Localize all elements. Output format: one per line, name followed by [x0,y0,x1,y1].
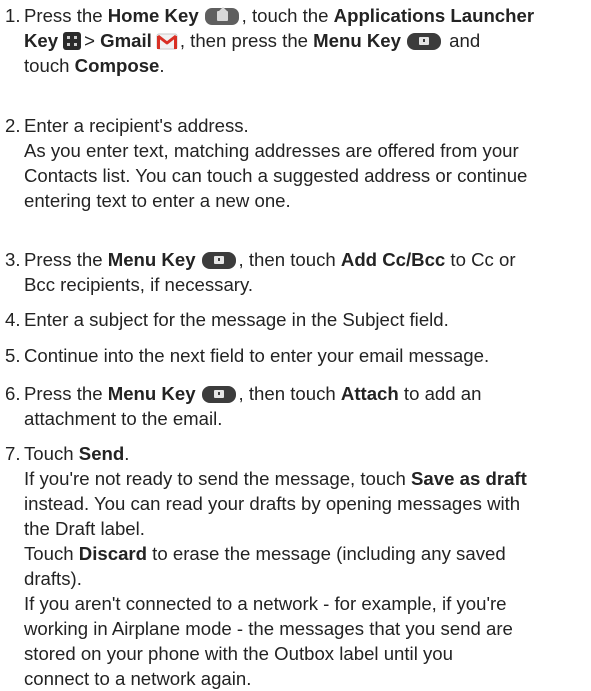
menu-key-icon [201,386,236,403]
text-segment: and [444,30,481,51]
step-number: 1. [5,5,21,26]
text-segment: Continue into the next field to enter yo… [24,345,490,366]
step-text: Touch Send. If you're not ready to send t… [24,441,591,691]
text-segment: Bcc recipients, if necessary. [24,274,254,295]
text-segment: If you aren't connected to a network - f… [24,593,507,614]
step-text: Continue into the next field to enter yo… [24,343,591,368]
bold-term: Menu Key [107,383,196,404]
text-line: Touch Discard to erase the message (incl… [24,541,591,566]
step-number: 3. [5,249,21,270]
text-line: Contacts list. You can touch a suggested… [24,163,591,188]
text-segment: , then touch [238,249,341,270]
text-segment: Press the [24,249,108,270]
step-text: Enter a subject for the message in the S… [24,307,591,332]
text-segment: Enter a recipient's address. [24,115,249,136]
text-segment: Press the [24,5,108,26]
text-segment: , then press the [179,30,314,51]
gmail-icon [156,31,178,51]
home-key-icon [204,7,239,25]
text-segment: stored on your phone with the Outbox lab… [24,643,453,664]
text-segment: As you enter text, matching addresses ar… [24,140,519,161]
text-segment: Touch [24,443,79,464]
text-segment: instead. You can read your drafts by ope… [24,493,521,514]
text-line: Touch Send. [24,441,591,466]
text-segment: If you're not ready to send the message,… [24,468,412,489]
text-segment: Press the [24,383,108,404]
step-text: Enter a recipient's address. As you enter… [24,113,591,213]
text-line: working in Airplane mode - the messages … [24,616,591,641]
text-segment: attachment to the email. [24,408,223,429]
text-segment: . [159,55,165,76]
bold-term: Menu Key [107,249,196,270]
text-segment: drafts). [24,568,82,589]
bold-term: Key [24,30,59,51]
text-segment: > [84,30,101,51]
text-line: connect to a network again. [24,666,591,691]
text-segment: Contacts list. You can touch a suggested… [24,165,528,186]
step-number: 2. [5,115,21,136]
text-segment: , then touch [238,383,341,404]
text-line: Enter a recipient's address. [24,113,591,138]
bold-term: Send [78,443,125,464]
step-text: Press the Menu Key , then touch Attach to… [24,381,591,431]
bold-term: Home Key [107,5,199,26]
text-line: Key > Gmail , then press the Menu Key and [24,28,591,53]
step-number: 4. [5,309,21,330]
step-number: 6. [5,383,21,404]
step-text: Press the Menu Key , then touch Add Cc/Bc… [24,247,591,297]
step-number: 5. [5,345,21,366]
menu-key-icon [407,33,441,50]
bold-term: Save as draft [411,468,527,489]
step-text: Press the Home Key , touch the Applicatio… [24,3,591,78]
menu-key-icon [201,252,236,269]
text-line: touch Compose. [24,53,591,78]
text-line: Bcc recipients, if necessary. [24,272,591,297]
bold-term: Add Cc/Bcc [340,249,446,270]
bold-term: Gmail [100,30,152,51]
text-segment: working in Airplane mode - the messages … [24,618,513,639]
text-segment: connect to a network again. [24,668,252,689]
bold-term: Applications Launcher [333,5,535,26]
text-line: Press the Menu Key , then touch Attach to… [24,381,591,406]
text-line: drafts). [24,566,591,591]
step-number: 7. [5,443,21,464]
text-segment: to erase the message (including any save… [147,543,506,564]
text-line: instead. You can read your drafts by ope… [24,491,591,516]
text-line: attachment to the email. [24,406,591,431]
text-line: Continue into the next field to enter yo… [24,343,591,368]
bold-term: Attach [340,383,399,404]
text-segment: , touch the [241,5,334,26]
text-line: the Draft label. [24,516,591,541]
text-line: As you enter text, matching addresses ar… [24,138,591,163]
text-line: entering text to enter a new one. [24,188,591,213]
text-line: stored on your phone with the Outbox lab… [24,641,591,666]
text-segment: Enter a subject for the message in the S… [24,309,449,330]
text-line: Press the Home Key , touch the Applicatio… [24,3,591,28]
page: { "steps": [ { "num": "1.", "lines": [ [… [0,0,591,689]
text-segment: the Draft label. [24,518,145,539]
bold-term: Menu Key [313,30,401,51]
text-segment: Touch [24,543,79,564]
text-line: If you aren't connected to a network - f… [24,591,591,616]
bold-term: Compose [74,55,160,76]
text-segment: entering text to enter a new one. [24,190,291,211]
text-segment: touch [24,55,75,76]
text-segment: to Cc or [445,249,516,270]
text-segment: . [124,443,130,464]
text-line: If you're not ready to send the message,… [24,466,591,491]
text-line: Press the Menu Key , then touch Add Cc/Bc… [24,247,591,272]
text-line: Enter a subject for the message in the S… [24,307,591,332]
text-segment: to add an [398,383,482,404]
bold-term: Discard [78,543,148,564]
applications-launcher-icon [63,32,82,50]
